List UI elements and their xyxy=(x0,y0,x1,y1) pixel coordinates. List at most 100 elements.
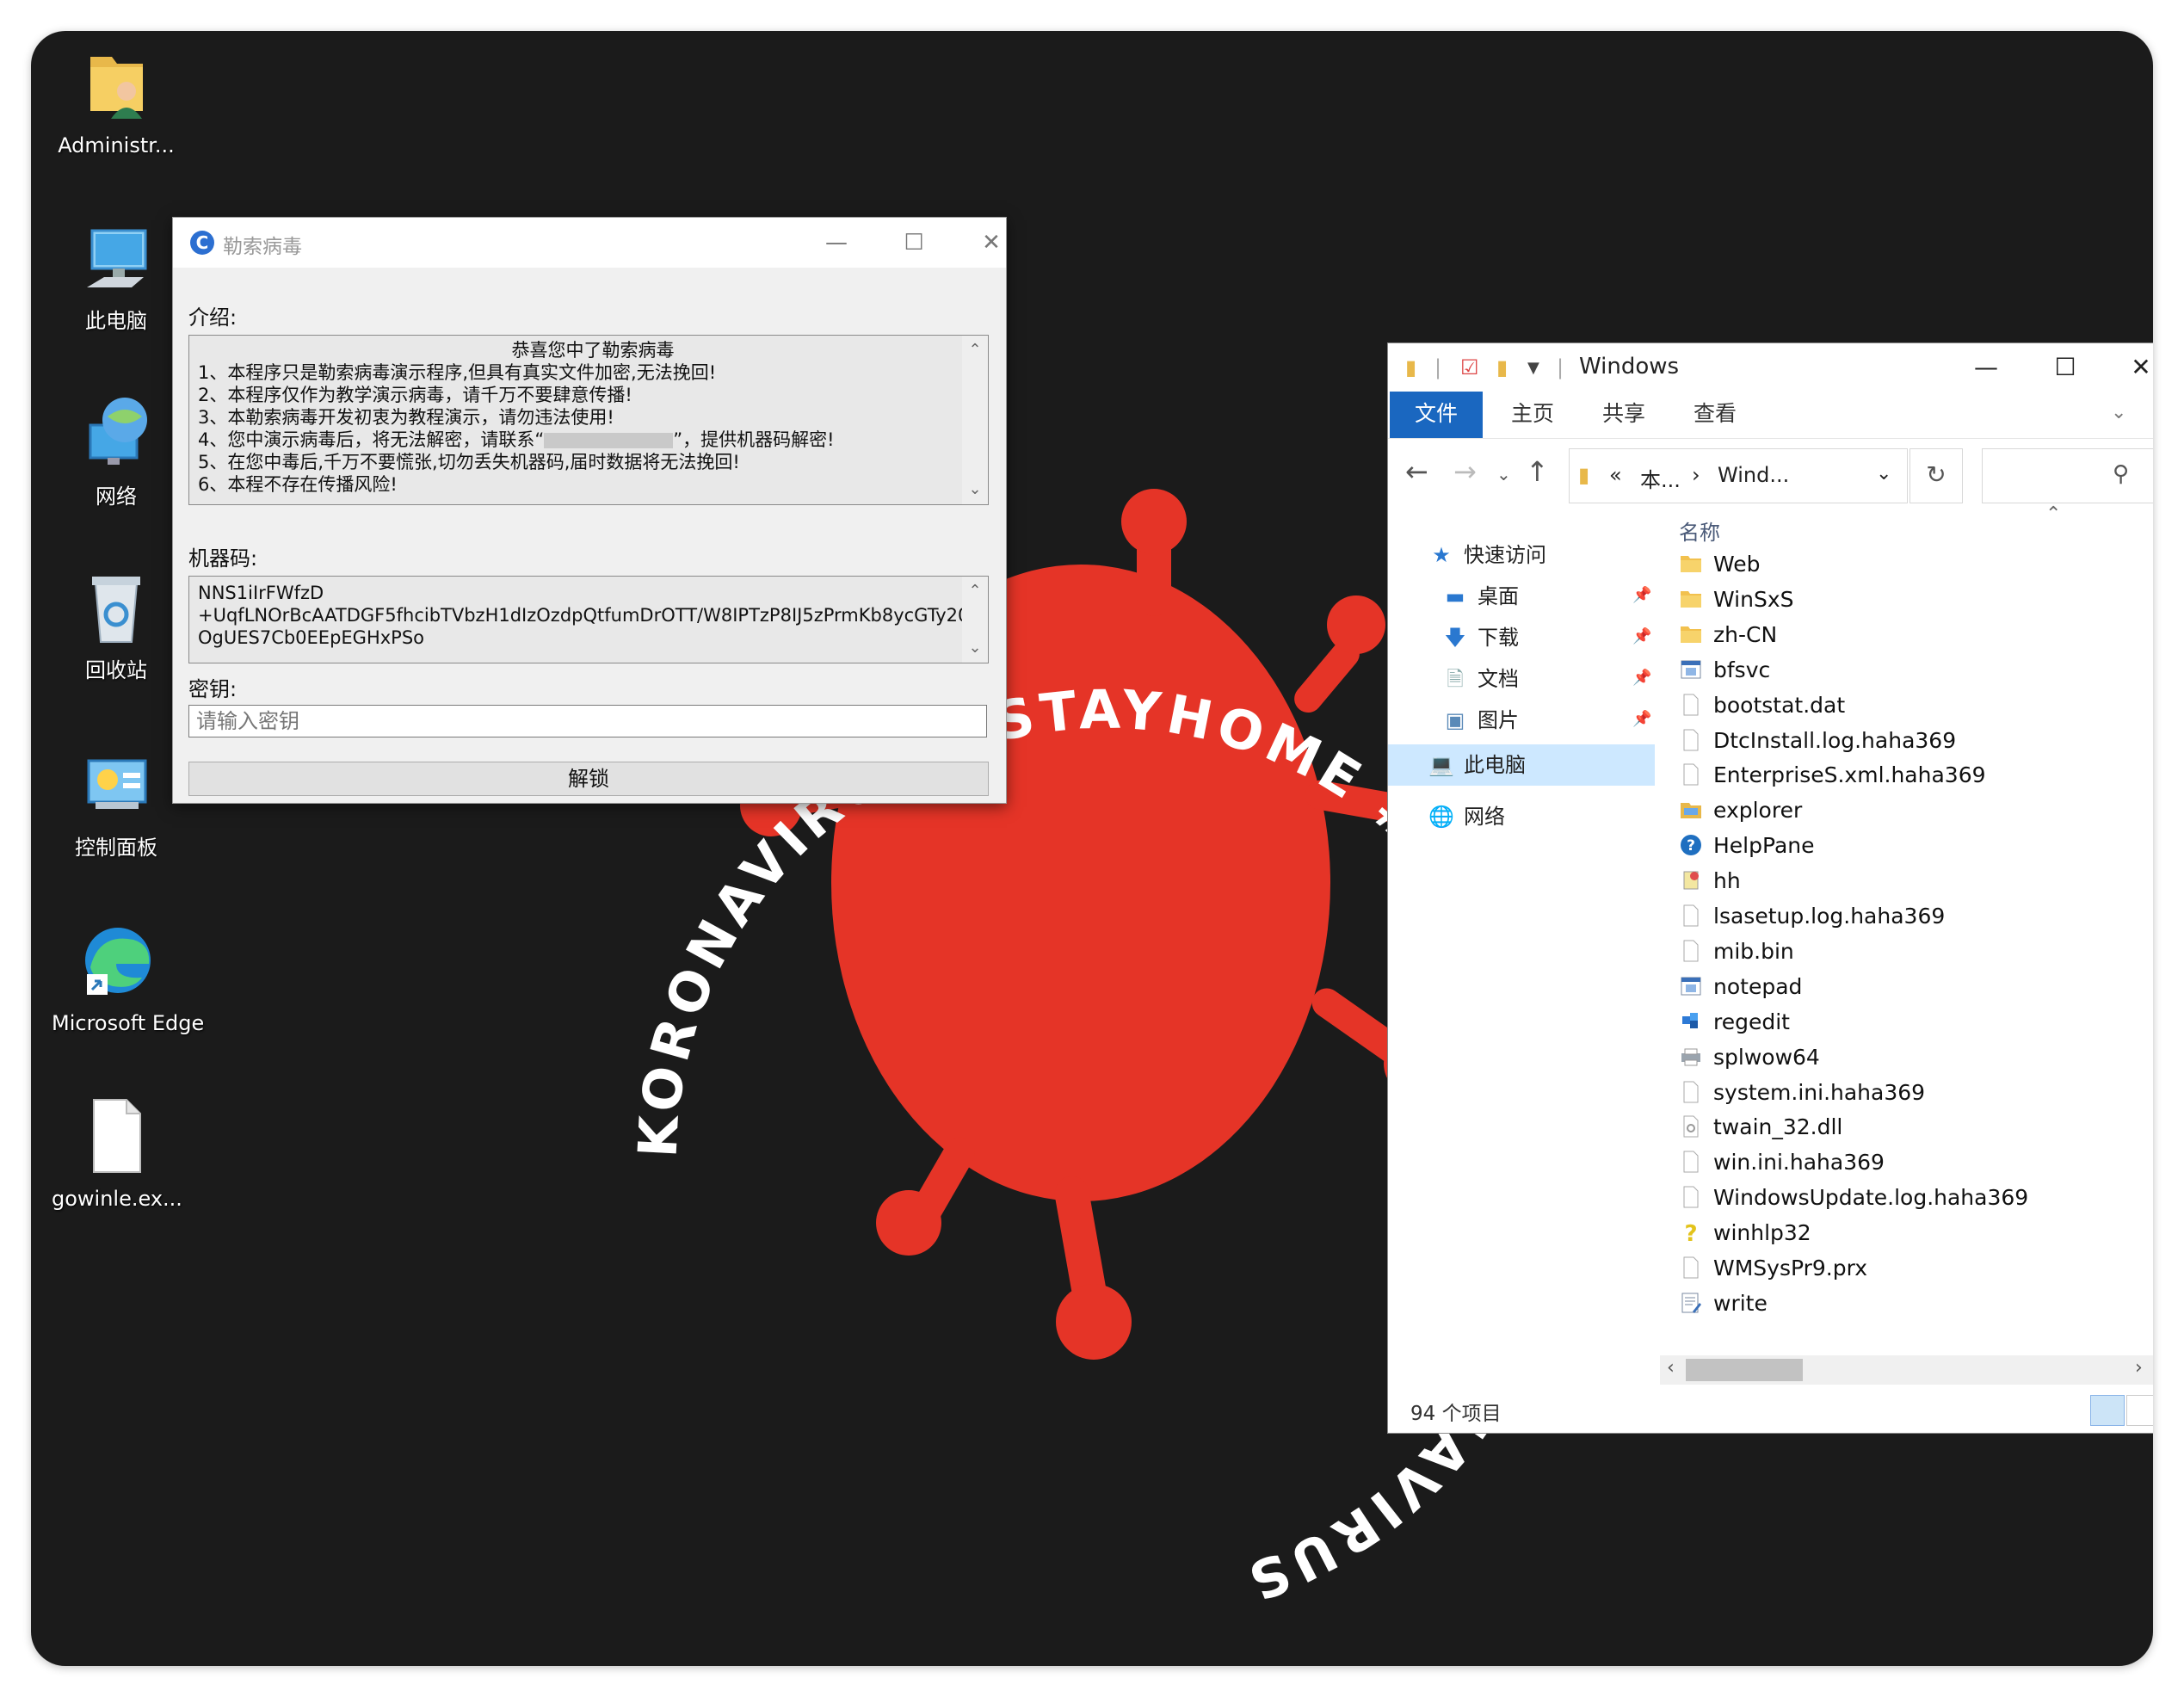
file-row[interactable]: hh xyxy=(1679,868,1741,899)
file-row[interactable]: write xyxy=(1679,1291,1768,1322)
tab-file[interactable]: 文件 xyxy=(1390,392,1483,438)
file-row[interactable]: DtcInstall.log.haha369 xyxy=(1679,728,1956,759)
file-name: winhlp32 xyxy=(1713,1220,1811,1246)
close-button[interactable]: ✕ xyxy=(2111,347,2153,388)
scroll-up-icon[interactable]: ⌃ xyxy=(962,580,988,602)
machine-code-line: OgUES7Cb0EEpEGHxPSo xyxy=(198,627,425,648)
nav-downloads[interactable]: 🡇 下载 xyxy=(1441,620,1519,658)
intro-line: 2、本程序仅作为教学演示病毒，请千万不要肆意传播! xyxy=(198,385,632,405)
file-name: twain_32.dll xyxy=(1713,1114,1843,1140)
file-row[interactable]: system.ini.haha369 xyxy=(1679,1080,1925,1111)
file-row[interactable]: WindowsUpdate.log.haha369 xyxy=(1679,1185,2028,1216)
maximize-button[interactable]: ☐ xyxy=(2035,347,2095,388)
unlock-button[interactable]: 解锁 xyxy=(188,762,989,796)
search-input[interactable]: ⚲ xyxy=(1982,448,2153,503)
desktop-icon-edge[interactable]: Microsoft Edge xyxy=(52,917,204,1038)
new-folder-icon[interactable]: ▮ xyxy=(1496,355,1508,380)
network-icon: 🌐 xyxy=(1428,805,1454,829)
maximize-button[interactable]: ☐ xyxy=(894,223,934,262)
machine-code-scrollbar[interactable]: ⌃ ⌄ xyxy=(962,577,988,663)
intro-text-box[interactable]: 恭喜您中了勒索病毒 1、本程序只是勒索病毒演示程序,但具有真实文件加密,无法挽回… xyxy=(188,335,989,505)
minimize-button[interactable]: — xyxy=(817,223,856,262)
file-explorer-icon xyxy=(1679,798,1703,822)
file-row[interactable]: splwow64 xyxy=(1679,1045,1820,1076)
breadcrumb-windows[interactable]: Wind... xyxy=(1718,463,1789,487)
file-row[interactable]: regedit xyxy=(1679,1009,1790,1040)
file-row[interactable]: zh-CN xyxy=(1679,622,1777,653)
network-icon xyxy=(89,398,147,465)
up-arrow-icon[interactable]: ↑ xyxy=(1526,455,1549,488)
file-row[interactable]: explorer xyxy=(1679,798,1802,829)
desktop-icon-this-pc[interactable]: 此电脑 xyxy=(52,215,181,336)
scroll-down-icon[interactable]: ⌄ xyxy=(962,478,988,501)
file-row[interactable]: win.ini.haha369 xyxy=(1679,1150,1885,1181)
file-row[interactable]: EnterpriseS.xml.haha369 xyxy=(1679,762,1986,793)
breadcrumb-overflow[interactable]: « xyxy=(1609,463,1622,487)
machine-code-box[interactable]: NNS1iIrFWfzD +UqfLNOrBcAATDGF5fhcibTVbzH… xyxy=(188,576,989,663)
back-arrow-icon[interactable]: ← xyxy=(1405,455,1428,488)
address-dropdown-icon[interactable]: ⌄ xyxy=(1876,463,1891,484)
minimize-button[interactable]: — xyxy=(1956,347,2016,388)
address-bar[interactable]: ▮ « 本... › Wind... ⌄ xyxy=(1569,448,1908,503)
scroll-up-icon[interactable]: ⌃ xyxy=(962,339,988,361)
desktop-icon-gowinle[interactable]: gowinle.ex... xyxy=(52,1093,182,1213)
intro-line: 恭喜您中了勒索病毒 xyxy=(511,340,675,361)
ransom-title-bar[interactable]: C 勒索病毒 — ☐ ✕ xyxy=(173,218,1006,268)
file-row[interactable]: lsasetup.log.haha369 xyxy=(1679,904,1945,935)
desktop-icon-network[interactable]: 网络 xyxy=(52,391,181,511)
properties-icon[interactable]: ☑ xyxy=(1460,355,1479,380)
desktop-icon-label: gowinle.ex... xyxy=(52,1187,182,1211)
column-header-name[interactable]: 名称 xyxy=(1679,515,1720,546)
nav-this-pc[interactable]: 💻 此电脑 xyxy=(1388,744,1655,786)
desktop-icon-control-panel[interactable]: 控制面板 xyxy=(52,742,181,862)
refresh-button[interactable]: ↻ xyxy=(1909,448,1963,503)
nav-quick-access[interactable]: ★ 快速访问 xyxy=(1428,538,1546,568)
address-row: ← → ⌄ ↑ ▮ « 本... › Wind... ⌄ ↻ ⚲ xyxy=(1388,440,2153,507)
scroll-left-icon[interactable]: ‹ xyxy=(1667,1357,1675,1379)
file-row[interactable]: bfsvc xyxy=(1679,657,1770,688)
nav-network[interactable]: 🌐 网络 xyxy=(1428,799,1505,830)
key-input[interactable] xyxy=(188,705,987,737)
file-row[interactable]: ? winhlp32 xyxy=(1679,1220,1811,1251)
tab-home[interactable]: 主页 xyxy=(1490,392,1576,438)
file-row[interactable]: ? HelpPane xyxy=(1679,833,1815,864)
ransom-window-title: 勒索病毒 xyxy=(223,236,302,258)
file-blank-icon xyxy=(1679,1185,1703,1209)
desktop-icon-recycle-bin[interactable]: 回收站 xyxy=(52,565,181,685)
nav-documents[interactable]: 🗎 文档 xyxy=(1441,662,1519,700)
file-winhlp-icon: ? xyxy=(1679,1220,1703,1247)
file-row[interactable]: twain_32.dll xyxy=(1679,1114,1842,1145)
intro-line: 6、本程不存在传播风险! xyxy=(198,474,398,495)
file-row[interactable]: Web xyxy=(1679,552,1761,583)
recent-dropdown-icon[interactable]: ⌄ xyxy=(1496,464,1511,484)
file-name: zh-CN xyxy=(1713,621,1778,647)
file-name: WinSxS xyxy=(1713,586,1794,612)
close-button[interactable]: ✕ xyxy=(972,223,1011,262)
breadcrumb-this-pc[interactable]: 本... xyxy=(1640,463,1681,493)
file-row[interactable]: notepad xyxy=(1679,974,1802,1005)
customize-qa-icon[interactable]: ▼ xyxy=(1527,359,1539,377)
file-row[interactable]: WMSysPr9.prx xyxy=(1679,1256,1867,1287)
scroll-down-icon[interactable]: ⌄ xyxy=(962,637,988,659)
desktop-icon-administrator[interactable]: Administr... xyxy=(52,40,181,160)
file-row[interactable]: mib.bin xyxy=(1679,939,1794,970)
tab-share[interactable]: 共享 xyxy=(1581,392,1667,438)
details-view-button[interactable] xyxy=(2090,1395,2125,1426)
ransomware-window: C 勒索病毒 — ☐ ✕ 介绍: 恭喜您中了勒索病毒 1、本程序只是勒索病毒演示… xyxy=(172,217,1007,804)
nav-pictures[interactable]: ▣ 图片 xyxy=(1441,703,1519,733)
tab-view[interactable]: 查看 xyxy=(1672,392,1758,438)
horizontal-scrollbar[interactable]: ‹ › xyxy=(1660,1355,2153,1385)
expand-ribbon-icon[interactable]: ⌄ xyxy=(2111,402,2126,423)
intro-scrollbar[interactable]: ⌃ ⌄ xyxy=(962,336,988,504)
file-row[interactable]: bootstat.dat xyxy=(1679,693,1845,724)
scroll-right-icon[interactable]: › xyxy=(2135,1357,2143,1379)
file-row[interactable]: WinSxS xyxy=(1679,587,1794,618)
explorer-title-bar[interactable]: ▮ | ☑ ▮ ▼ | Windows — ☐ ✕ xyxy=(1388,343,2153,392)
forward-arrow-icon[interactable]: → xyxy=(1453,455,1477,488)
nav-desktop[interactable]: ▬ 桌面 xyxy=(1441,579,1519,609)
large-icons-view-button[interactable] xyxy=(2126,1395,2153,1426)
redacted-contact xyxy=(544,433,674,448)
file-help-icon: ? xyxy=(1679,833,1703,857)
file-name: notepad xyxy=(1713,973,1803,999)
scroll-thumb[interactable] xyxy=(1686,1359,1803,1381)
